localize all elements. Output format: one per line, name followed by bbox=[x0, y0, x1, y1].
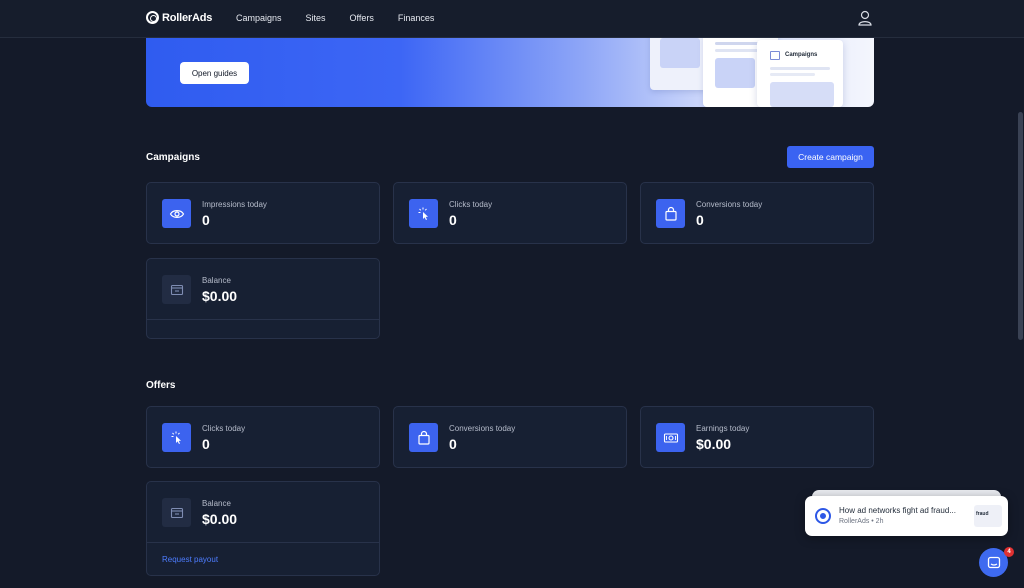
nav-item-offers[interactable]: Offers bbox=[350, 13, 374, 23]
page-scrollbar[interactable] bbox=[1018, 112, 1023, 340]
nav-item-finances[interactable]: Finances bbox=[398, 13, 435, 23]
create-campaign-button[interactable]: Create campaign bbox=[787, 146, 874, 168]
campaigns-section-title: Campaigns bbox=[146, 152, 200, 163]
conversions-today-card: Conversions today 0 bbox=[640, 182, 874, 244]
card-value: 0 bbox=[202, 212, 210, 228]
card-value: $0.00 bbox=[202, 288, 238, 304]
card-label: Balance bbox=[202, 276, 231, 285]
chat-icon bbox=[987, 556, 1000, 568]
impressions-today-card: Impressions today 0 bbox=[146, 182, 380, 244]
shopping-bag-icon bbox=[409, 423, 438, 452]
card-value: $0.00 bbox=[202, 511, 238, 527]
rollerads-logo[interactable]: RollerAds bbox=[146, 11, 212, 24]
card-divider bbox=[147, 542, 379, 543]
clicks-today-card: Clicks today 0 bbox=[393, 182, 627, 244]
nav-item-sites[interactable]: Sites bbox=[306, 13, 326, 23]
card-label: Conversions today bbox=[696, 200, 763, 209]
wallet-icon bbox=[162, 275, 191, 304]
cursor-click-icon bbox=[162, 423, 191, 452]
banner-illustration-card bbox=[650, 30, 710, 90]
logo-mark-icon bbox=[146, 11, 159, 24]
card-divider bbox=[147, 319, 379, 320]
card-label: Clicks today bbox=[449, 200, 493, 209]
banner-illustration-campaigns-card: Campaigns bbox=[757, 40, 843, 107]
guides-banner: Open guides Campaigns bbox=[146, 30, 874, 107]
top-navigation-bar: RollerAds Campaigns Sites Offers Finance… bbox=[0, 0, 1024, 38]
offers-section-title: Offers bbox=[146, 380, 176, 391]
notification-toast[interactable]: How ad networks fight ad fraud... Roller… bbox=[805, 496, 1008, 536]
card-label: Impressions today bbox=[202, 200, 267, 209]
earnings-today-card: Earnings today $0.00 bbox=[640, 406, 874, 468]
request-payout-link[interactable]: Request payout bbox=[162, 555, 218, 564]
card-label: Earnings today bbox=[696, 424, 750, 433]
card-label: Balance bbox=[202, 499, 231, 508]
notification-meta: RollerAds • 2h bbox=[839, 518, 884, 525]
chat-unread-badge: 4 bbox=[1004, 547, 1014, 557]
card-value: 0 bbox=[449, 212, 457, 228]
user-profile-icon[interactable] bbox=[856, 9, 874, 27]
offers-conversions-today-card: Conversions today 0 bbox=[393, 406, 627, 468]
card-value: $0.00 bbox=[696, 436, 732, 452]
card-value: 0 bbox=[449, 436, 457, 452]
illustration-title: Campaigns bbox=[785, 52, 818, 58]
nav-item-campaigns[interactable]: Campaigns bbox=[236, 13, 282, 23]
card-label: Conversions today bbox=[449, 424, 516, 433]
card-value: 0 bbox=[696, 212, 704, 228]
offers-clicks-today-card: Clicks today 0 bbox=[146, 406, 380, 468]
eye-icon bbox=[162, 199, 191, 228]
open-guides-button[interactable]: Open guides bbox=[180, 62, 249, 84]
notification-text: How ad networks fight ad fraud... bbox=[839, 506, 956, 515]
card-value: 0 bbox=[202, 436, 210, 452]
main-nav: Campaigns Sites Offers Finances bbox=[236, 13, 434, 23]
campaigns-balance-card: Balance $0.00 bbox=[146, 258, 380, 339]
cursor-click-icon bbox=[409, 199, 438, 228]
money-icon bbox=[656, 423, 685, 452]
brand-name: RollerAds bbox=[162, 11, 213, 24]
briefcase-icon bbox=[770, 51, 780, 60]
shopping-bag-icon bbox=[656, 199, 685, 228]
card-label: Clicks today bbox=[202, 424, 246, 433]
notification-thumbnail: fraud bbox=[974, 505, 1002, 527]
wallet-icon bbox=[162, 498, 191, 527]
offers-balance-card: Balance $0.00 Request payout bbox=[146, 481, 380, 576]
rollerads-avatar-icon bbox=[815, 508, 831, 524]
